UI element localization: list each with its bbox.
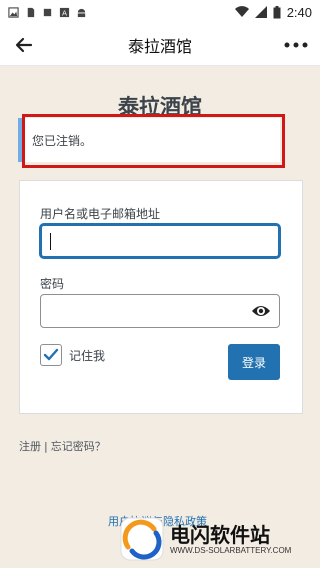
signal-icon <box>254 6 267 18</box>
back-button[interactable] <box>10 31 38 59</box>
status-right: 2:40 <box>234 4 312 20</box>
watermark-subtitle: WWW.DS-SOLARBATTERY.COM <box>170 545 292 555</box>
remember-me[interactable]: 记住我 <box>40 344 105 366</box>
register-link[interactable]: 注册 <box>19 440 41 453</box>
image-icon <box>8 6 19 18</box>
highlight-box <box>22 114 285 168</box>
page-content: 泰拉酒馆 您已注销。 用户名或电子邮箱地址 密码 记住我 登录 注册 | 忘记密码？… <box>0 66 320 568</box>
font-icon: A <box>59 7 70 17</box>
app-title: 泰拉酒馆 <box>127 36 192 56</box>
username-input[interactable] <box>40 224 280 258</box>
app-bar: 泰拉酒馆 <box>0 24 320 66</box>
square-icon <box>43 8 52 16</box>
remember-checkbox[interactable] <box>40 344 62 366</box>
watermark-title: 电闪软件站 <box>170 522 270 547</box>
svg-text:A: A <box>62 8 67 17</box>
status-bar: A 2:40 <box>0 0 320 24</box>
username-label: 用户名或电子邮箱地址 <box>40 207 161 221</box>
remember-label: 记住我 <box>69 348 106 363</box>
checkmark-icon <box>43 348 59 361</box>
login-button[interactable]: 登录 <box>228 344 280 380</box>
android-icon <box>77 8 86 17</box>
eye-icon[interactable] <box>251 303 271 319</box>
watermark: 电闪软件站 WWW.DS-SOLARBATTERY.COM <box>120 514 320 564</box>
password-label: 密码 <box>40 277 65 291</box>
watermark-logo <box>120 517 164 561</box>
link-separator: | <box>44 440 48 453</box>
wifi-icon <box>234 6 249 18</box>
battery-icon <box>273 5 281 18</box>
status-time: 2:40 <box>286 4 312 20</box>
watermark-text: 电闪软件站 WWW.DS-SOLARBATTERY.COM <box>170 524 291 555</box>
password-input[interactable] <box>40 294 280 328</box>
sim-icon <box>27 7 35 17</box>
text-caret <box>50 233 51 250</box>
more-dots-icon <box>284 42 308 47</box>
nav-links: 注册 | 忘记密码？ <box>19 438 106 454</box>
more-button[interactable] <box>282 31 310 59</box>
forgot-password-link[interactable]: 忘记密码？ <box>51 440 106 453</box>
status-left: A <box>8 6 87 18</box>
arrow-left-icon <box>15 37 33 52</box>
login-form: 用户名或电子邮箱地址 密码 记住我 登录 <box>19 180 303 414</box>
